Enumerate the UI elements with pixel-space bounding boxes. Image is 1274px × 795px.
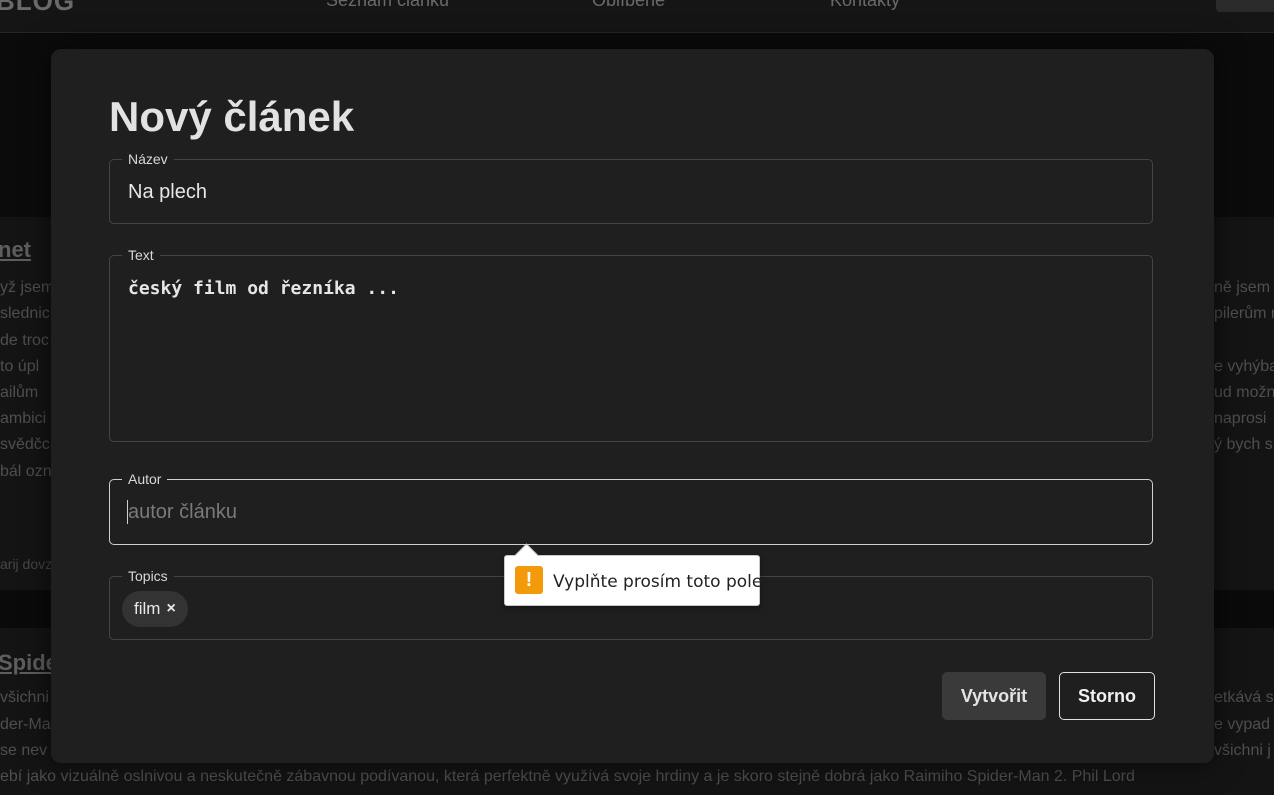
- article-text-fragment: pilerům n: [1214, 305, 1274, 322]
- topic-chip: film ×: [122, 591, 188, 627]
- warning-icon: !: [515, 566, 543, 594]
- article-title[interactable]: net: [0, 237, 31, 263]
- author-field[interactable]: Autor autor článku: [109, 471, 1153, 545]
- topic-chip-label: film: [134, 599, 161, 618]
- remove-chip-icon[interactable]: ×: [166, 600, 175, 618]
- nav-link-favorites[interactable]: Oblíbené: [592, 0, 665, 11]
- article-text-fragment: der-Ma: [0, 716, 51, 733]
- brand-logo[interactable]: BLOG: [0, 0, 75, 17]
- article-text-fragment: svědčc: [0, 436, 50, 453]
- article-text-fragment: ailům: [0, 384, 39, 401]
- article-text-fragment: všichni j: [1214, 742, 1271, 759]
- author-input[interactable]: autor článku: [128, 501, 237, 524]
- nav-button[interactable]: [1216, 0, 1274, 12]
- dialog-title: Nový článek: [109, 93, 355, 140]
- article-text-fragment: e vypad: [1214, 716, 1271, 733]
- article-text-fragment: ambici: [0, 410, 47, 427]
- text-textarea[interactable]: český film od řezníka ...: [128, 278, 399, 299]
- validation-tooltip: ! Vyplňte prosím toto pole.: [504, 543, 768, 606]
- article-text-fragment: yž jsem: [0, 279, 55, 296]
- article-text-fragment: de troc: [0, 332, 49, 349]
- article-text-fragment: to úpl: [0, 358, 40, 375]
- article-text-fragment: se nev: [0, 742, 48, 759]
- text-field-label: Text: [122, 247, 160, 263]
- top-navigation: BLOG Seznam článků Oblíbené Kontakty: [0, 0, 1274, 33]
- create-button[interactable]: Vytvořit: [942, 672, 1046, 720]
- title-field-label: Název: [122, 151, 174, 167]
- title-input[interactable]: Na plech: [128, 181, 207, 204]
- article-text-fragment: bál ozn: [0, 463, 52, 480]
- validation-message: Vyplňte prosím toto pole.: [553, 572, 768, 592]
- article-text-line: ebí jako vizuálně oslnivou a neskutečně …: [0, 768, 1135, 785]
- topics-field-label: Topics: [122, 568, 174, 584]
- text-field[interactable]: Text český film od řezníka ...: [109, 247, 1153, 442]
- article-text-fragment: ně jsem: [1214, 279, 1271, 296]
- article-text-fragment: etkává s: [1214, 689, 1274, 706]
- author-field-label: Autor: [122, 471, 168, 487]
- article-text-fragment: ý bych s: [1214, 436, 1273, 453]
- article-text-fragment: naprosi: [1214, 410, 1267, 427]
- cancel-button[interactable]: Storno: [1059, 672, 1155, 720]
- article-text-fragment: ud možn: [1214, 384, 1274, 401]
- article-footer: arij dovz: [0, 556, 53, 572]
- nav-link-contacts[interactable]: Kontakty: [830, 0, 900, 11]
- new-article-dialog: Nový článek Název Na plech Text český fi…: [51, 49, 1214, 763]
- article-text-fragment: všichni: [0, 689, 49, 706]
- nav-link-articles[interactable]: Seznam článků: [326, 0, 449, 11]
- article-text-fragment: slednic: [0, 305, 50, 322]
- title-field[interactable]: Název Na plech: [109, 151, 1153, 224]
- article-text-fragment: e vyhýba: [1214, 358, 1274, 375]
